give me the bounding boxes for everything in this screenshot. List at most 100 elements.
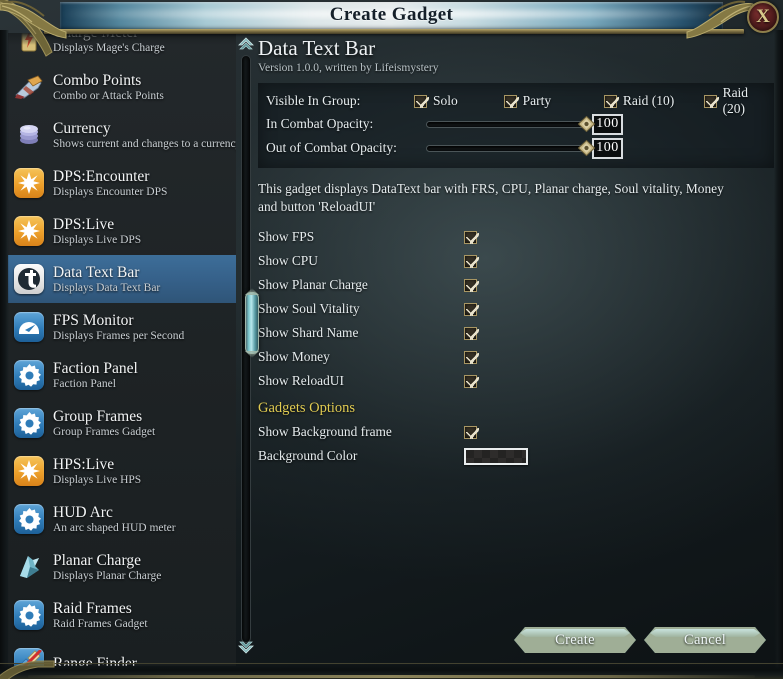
background-color-swatch[interactable] — [464, 447, 528, 465]
gadget-list-item-fps-monitor[interactable]: FPS Monitor Displays Frames per Second — [8, 303, 236, 351]
checkbox-show-shard-name[interactable] — [464, 326, 479, 340]
gadget-list-item-text: Currency Shows current and changes to a c… — [53, 119, 236, 151]
checkbox-show-soul-vitality[interactable] — [464, 302, 479, 316]
option-label: Show Planar Charge — [258, 277, 368, 292]
option-row-show-shard-name: Show Shard Name — [258, 321, 774, 345]
cancel-button[interactable]: Cancel — [644, 627, 766, 653]
checkbox-show-fps[interactable] — [464, 230, 479, 244]
gadget-list-scrollbar[interactable] — [236, 33, 259, 666]
gadget-list-item-dps-encounter[interactable]: DPS:Encounter Displays Encounter DPS — [8, 159, 236, 207]
gadget-list-item-name: Combo Points — [53, 71, 142, 89]
gadget-list-item-desc: Displays Encounter DPS — [53, 185, 168, 198]
checkbox-show-background-frame[interactable] — [464, 425, 479, 439]
scroll-down-arrow-icon[interactable] — [237, 638, 255, 656]
option-label: Show Shard Name — [258, 325, 359, 340]
detail-subtitle: Version 1.0.0, written by Lifeismystery — [258, 62, 439, 74]
group-checkbox-raid20[interactable]: Raid (20) — [703, 85, 766, 117]
gadget-list-item-text: Combo Points Combo or Attack Points — [53, 72, 164, 103]
gadget-list-item-combo-points[interactable]: Combo Points Combo or Attack Points — [8, 63, 236, 111]
gear-icon — [14, 504, 44, 534]
gadget-list-item-name: Currency — [53, 119, 111, 137]
gadget-list-item-text: Data Text Bar Displays Data Text Bar — [53, 264, 160, 295]
gadget-list-item-planar-charge[interactable]: Planar Charge Displays Planar Charge — [8, 543, 236, 591]
gadget-list-item-raid-frames[interactable]: Raid Frames Raid Frames Gadget — [8, 591, 236, 639]
background-color-row: Background Color — [258, 444, 774, 468]
checkbox-show-money[interactable] — [464, 350, 479, 364]
window-title: Create Gadget — [329, 4, 454, 25]
checkbox-raid-20[interactable] — [703, 94, 719, 108]
gadget-list-item-dps-live[interactable]: DPS:Live Displays Live DPS — [8, 207, 236, 255]
gadget-list-item-text: Faction Panel Faction Panel — [53, 360, 138, 391]
option-label: Show ReloadUI — [258, 373, 344, 388]
label-party: Party — [522, 93, 552, 108]
gadget-list-item-text: DPS:Live Displays Live DPS — [53, 216, 141, 247]
gear-icon — [14, 600, 44, 630]
gadget-list-item-desc: An arc shaped HUD meter — [53, 521, 176, 534]
gadget-list-item-name: Raid Frames — [53, 599, 132, 617]
slider-handle-icon[interactable] — [577, 139, 596, 157]
visibility-settings-box: Visible In Group: Solo Party Raid (10) R… — [258, 83, 774, 168]
label-raid-20: Raid (20) — [722, 85, 749, 116]
gadget-list-item-range-finder[interactable]: Range Finder — [8, 639, 236, 666]
option-row-show-reloadui: Show ReloadUI — [258, 369, 774, 393]
window-frame-bottom — [0, 663, 783, 679]
scrollbar-thumb[interactable] — [245, 292, 259, 354]
gadget-list-item-data-text-bar[interactable]: Data Text Bar Displays Data Text Bar — [8, 255, 236, 303]
gadget-list-item-text: Group Frames Group Frames Gadget — [53, 408, 155, 439]
starburst-icon — [14, 168, 44, 198]
gadget-list-item-desc: Displays Mage's Charge — [53, 41, 165, 54]
out-combat-opacity-value[interactable]: 100 — [592, 137, 623, 159]
background-color-label: Background Color — [258, 448, 358, 463]
slider-handle-icon[interactable] — [577, 115, 596, 133]
in-combat-opacity-value[interactable]: 100 — [592, 113, 623, 135]
gadget-list-item-hps-live[interactable]: HPS:Live Displays Live HPS — [8, 447, 236, 495]
gadget-list-item-desc: Displays Frames per Second — [53, 329, 185, 342]
group-checkbox-solo[interactable]: Solo — [414, 93, 496, 109]
checkbox-party[interactable] — [503, 94, 519, 108]
cancel-button-label: Cancel — [683, 631, 727, 648]
gear-icon — [14, 360, 44, 390]
close-x-icon: X — [756, 5, 770, 27]
in-combat-opacity-row: In Combat Opacity: 100 — [266, 112, 766, 136]
gadget-list-item-desc: Displays Data Text Bar — [53, 281, 161, 294]
create-button[interactable]: Create — [514, 627, 636, 653]
option-row-show-planar-charge: Show Planar Charge — [258, 273, 774, 297]
show-background-frame-label: Show Background frame — [258, 424, 392, 439]
gadget-list-item-charge-meter[interactable]: Charge MeterDisplays Mage's Charge — [8, 33, 236, 63]
slider-track[interactable] — [426, 145, 586, 152]
checkbox-show-planar-charge[interactable] — [464, 278, 479, 292]
gadget-list-item-faction-panel[interactable]: Faction Panel Faction Panel — [8, 351, 236, 399]
close-button[interactable]: X — [747, 1, 779, 33]
checkbox-show-cpu[interactable] — [464, 254, 479, 268]
gadget-description: This gadget displays DataText bar with F… — [258, 181, 724, 214]
out-combat-opacity-slider[interactable] — [426, 139, 596, 157]
gadget-list[interactable]: Charge MeterDisplays Mage's Charge Combo … — [8, 33, 236, 666]
option-label: Show FPS — [258, 229, 315, 244]
group-checkbox-party[interactable]: Party — [503, 93, 596, 109]
gear-icon — [14, 408, 44, 438]
option-row-show-fps: Show FPS — [258, 225, 774, 249]
gauge-icon — [14, 312, 44, 342]
gadget-list-item-name: Data Text Bar — [53, 263, 140, 281]
gadget-list-item-name: Group Frames — [53, 407, 143, 425]
slider-track[interactable] — [426, 121, 586, 128]
checkbox-show-reloadui[interactable] — [464, 374, 479, 388]
gadget-list-item-group-frames[interactable]: Group Frames Group Frames Gadget — [8, 399, 236, 447]
option-row-show-cpu: Show CPU — [258, 249, 774, 273]
gadget-list-item-desc: Displays Live DPS — [53, 233, 142, 246]
gadget-detail-panel: Data Text Bar Version 1.0.0, written by … — [258, 36, 774, 616]
option-label: Show Soul Vitality — [258, 301, 360, 316]
gadget-list-item-name: Faction Panel — [53, 359, 138, 377]
group-checkbox-raid10[interactable]: Raid (10) — [603, 93, 686, 109]
gadget-list-item-desc: Displays Live HPS — [53, 473, 142, 486]
out-combat-opacity-row: Out of Combat Opacity: 100 — [266, 136, 766, 160]
scrollbar-track[interactable] — [241, 55, 259, 643]
currency-icon — [14, 120, 44, 150]
gadget-list-item-text: Planar Charge Displays Planar Charge — [53, 552, 161, 583]
checkbox-raid-10[interactable] — [603, 94, 619, 108]
gadget-list-item-hud-arc[interactable]: HUD Arc An arc shaped HUD meter — [8, 495, 236, 543]
in-combat-opacity-slider[interactable] — [426, 115, 596, 133]
gadget-list-item-currency[interactable]: Currency Shows current and changes to a c… — [8, 111, 236, 159]
checkbox-solo[interactable] — [414, 94, 429, 108]
scroll-up-arrow-icon[interactable] — [237, 35, 255, 53]
